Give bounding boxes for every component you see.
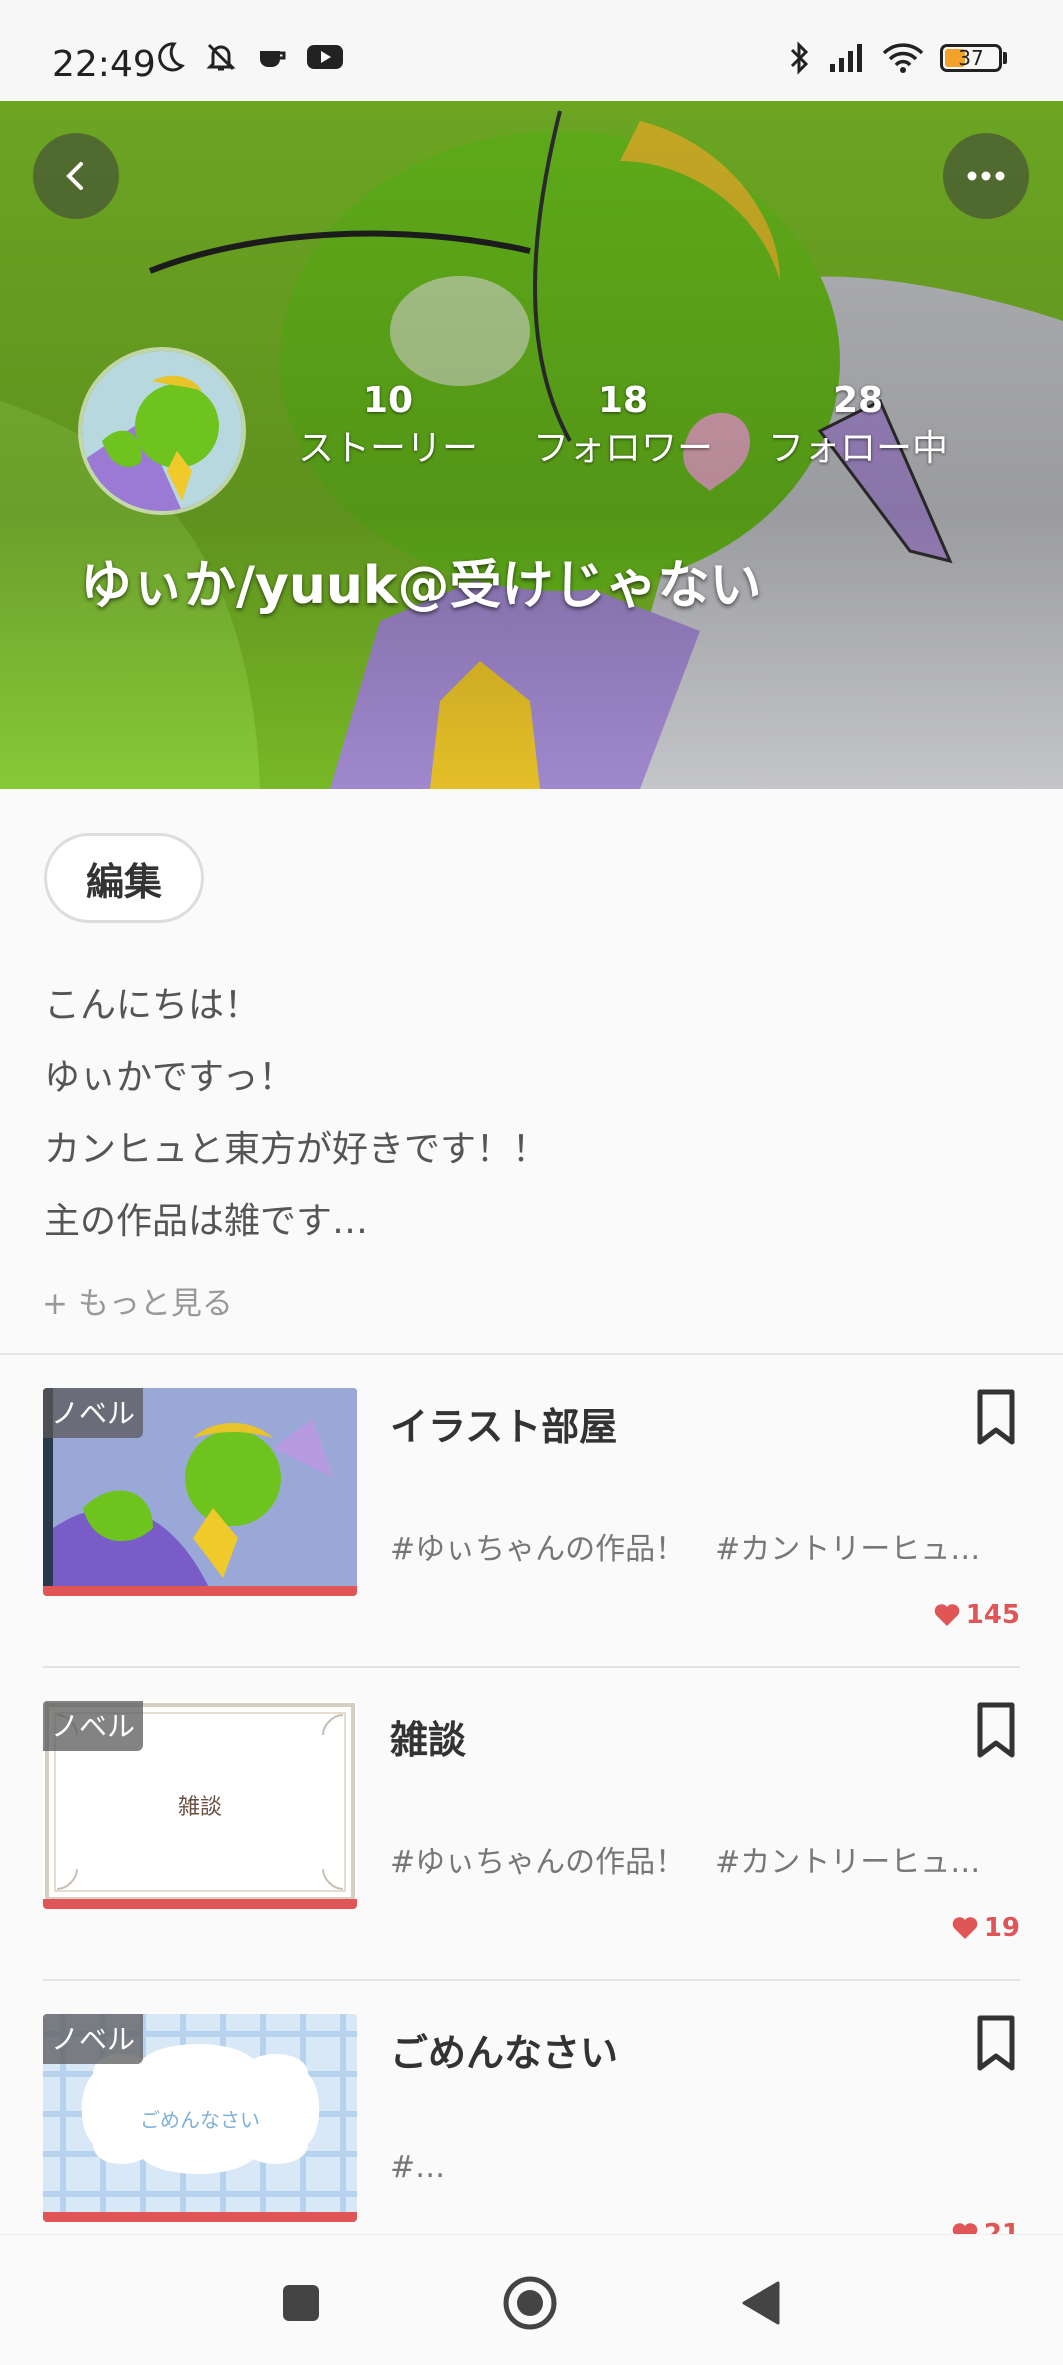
story-title[interactable]: イラスト部屋 [390,1396,617,1451]
mute-icon [206,43,236,71]
story-thumbnail[interactable]: 雑談 ノベル [43,1701,357,1909]
story-item[interactable]: ごめんなさい ノベル ごめんなさい #… 21 [43,2014,1020,2234]
item-divider [43,1666,1020,1668]
stat-stories-label: ストーリー [297,428,478,469]
status-time: 22:49 [52,44,156,85]
story-thumbnail[interactable]: ノベル [43,1388,357,1596]
bluetooth-icon [790,41,809,75]
youtube-icon [307,45,343,69]
story-type-tag: ノベル [43,1701,144,1751]
stat-following-label: フォロー中 [767,428,948,469]
back-button[interactable] [33,133,119,219]
heart-icon [952,2223,978,2234]
back-nav-button[interactable] [720,2263,800,2343]
moon-icon [158,42,185,72]
story-title[interactable]: 雑談 [390,1709,466,1764]
stat-followers[interactable]: 18 フォロワー [523,379,723,475]
story-tags[interactable]: #ゆぃちゃんの作品！ #カントリーヒュ… [390,1524,1010,1568]
stat-stories[interactable]: 10 ストーリー [288,379,488,475]
story-tags[interactable]: #… [390,2150,1010,2185]
square-icon [283,2285,319,2321]
avatar-image [82,351,242,511]
story-type-tag: ノベル [43,1388,144,1438]
like-count: 21 [952,2219,1020,2234]
story-type-tag: ノベル [43,2014,144,2064]
bookmark-icon[interactable] [972,2014,1020,2074]
like-count-value: 145 [965,1600,1020,1630]
bookmark-icon[interactable] [972,1701,1020,1761]
recents-button[interactable] [261,2263,341,2343]
battery-level: 37 [958,46,984,70]
story-thumbnail-text: ごめんなさい [140,2108,260,2132]
like-count: 19 [952,1913,1020,1943]
chevron-left-icon [66,162,83,190]
story-item[interactable]: ノベル イラスト部屋 #ゆぃちゃんの作品！ #カントリーヒュ… 145 [43,1388,1020,1668]
bio-line: こんにちは！ [44,985,261,1026]
status-bar: 22:49 37 [0,0,1063,101]
story-thumbnail-text: 雑談 [177,1795,222,1820]
item-divider [43,1979,1020,1981]
profile-header: 10 ストーリー 18 フォロワー 28 フォロー中 ゆぃか/yuuk@受けじゃ… [0,101,1063,789]
cup-icon [260,51,286,67]
battery-icon: 37 [940,44,1007,72]
signal-icon [830,44,862,72]
stat-following[interactable]: 28 フォロー中 [758,379,958,475]
stat-stories-value: 10 [362,380,414,421]
system-nav-bar [0,2234,1063,2365]
stat-followers-value: 18 [597,380,649,421]
stat-followers-label: フォロワー [532,428,713,469]
story-thumbnail[interactable]: ごめんなさい ノベル [43,2014,357,2222]
heart-icon [952,1917,978,1939]
bookmark-icon[interactable] [972,1388,1020,1448]
story-title[interactable]: ごめんなさい [390,2022,618,2077]
bio-line: カンヒュと東方が好きです！！ [44,1129,549,1170]
bio: こんにちは！ ゆぃかですっ！ カンヒュと東方が好きです！！ 主の作品は雑です… [44,970,548,1258]
more-dots-icon [967,171,1005,181]
section-divider [0,1353,1063,1355]
wifi-icon [882,43,924,73]
bio-line: ゆぃかですっ！ [44,1057,295,1098]
like-count-value: 21 [983,2219,1020,2234]
story-item[interactable]: 雑談 ノベル 雑談 #ゆぃちゃんの作品！ #カントリーヒュ… 19 [43,1701,1020,1981]
show-more-link[interactable]: + もっと見る [42,1278,233,1323]
edit-profile-button[interactable]: 編集 [44,833,204,923]
like-count: 145 [934,1600,1020,1630]
heart-icon [934,1604,960,1626]
like-count-value: 19 [983,1913,1020,1943]
status-icons-left [152,40,344,74]
avatar[interactable] [78,347,246,515]
triangle-back-icon [742,2281,780,2325]
stat-following-value: 28 [832,380,884,421]
story-tags[interactable]: #ゆぃちゃんの作品！ #カントリーヒュ… [390,1837,1010,1881]
home-circle-icon [503,2276,557,2330]
home-button[interactable] [490,2263,570,2343]
bio-line: 主の作品は雑です… [44,1201,369,1242]
status-icons-right: 37 [788,40,1007,76]
more-options-button[interactable] [943,133,1029,219]
username: ゆぃか/yuuk@受けじゃない [80,556,762,616]
